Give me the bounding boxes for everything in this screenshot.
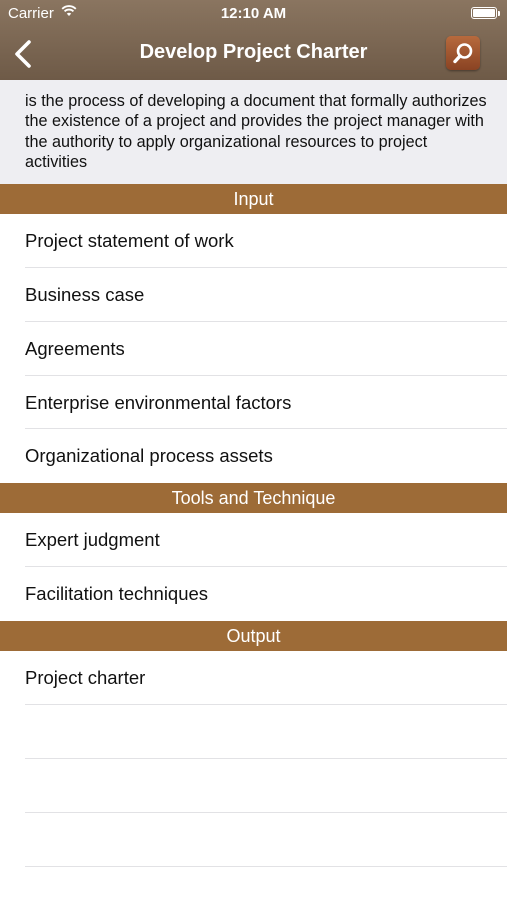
list-item-organizational-process-assets[interactable]: Organizational process assets	[25, 429, 507, 483]
row-divider	[25, 758, 507, 759]
section-header-input: Input	[0, 184, 507, 214]
status-bar: Carrier 12:10 AM	[0, 0, 507, 28]
chevron-left-icon	[15, 40, 31, 68]
navigation-bar: Develop Project Charter	[0, 28, 507, 80]
list-item-expert-judgment[interactable]: Expert judgment	[25, 513, 507, 567]
row-divider	[25, 812, 507, 813]
description-text: is the process of developing a document …	[0, 80, 507, 184]
row-divider	[25, 704, 507, 705]
battery-icon	[471, 7, 500, 19]
search-button[interactable]	[446, 36, 480, 70]
status-time: 12:10 AM	[220, 5, 287, 22]
row-divider	[25, 866, 507, 867]
back-button[interactable]	[6, 36, 42, 72]
section-header-output: Output	[0, 621, 507, 651]
page-title: Develop Project Charter	[139, 41, 368, 63]
list-item-agreements[interactable]: Agreements	[25, 322, 507, 376]
list-item-project-charter[interactable]: Project charter	[25, 651, 507, 705]
top-bar: Carrier 12:10 AM Develop Project Charter	[0, 0, 507, 80]
list-item-enterprise-environmental-factors[interactable]: Enterprise environmental factors	[25, 376, 507, 430]
list-item-facilitation-techniques[interactable]: Facilitation techniques	[25, 567, 507, 621]
section-header-tools-and-technique: Tools and Technique	[0, 483, 507, 513]
search-icon	[453, 43, 473, 64]
list-item-project-statement-of-work[interactable]: Project statement of work	[25, 214, 507, 268]
screen: Carrier 12:10 AM Develop Project Charter	[0, 0, 507, 900]
list-item-business-case[interactable]: Business case	[25, 268, 507, 322]
